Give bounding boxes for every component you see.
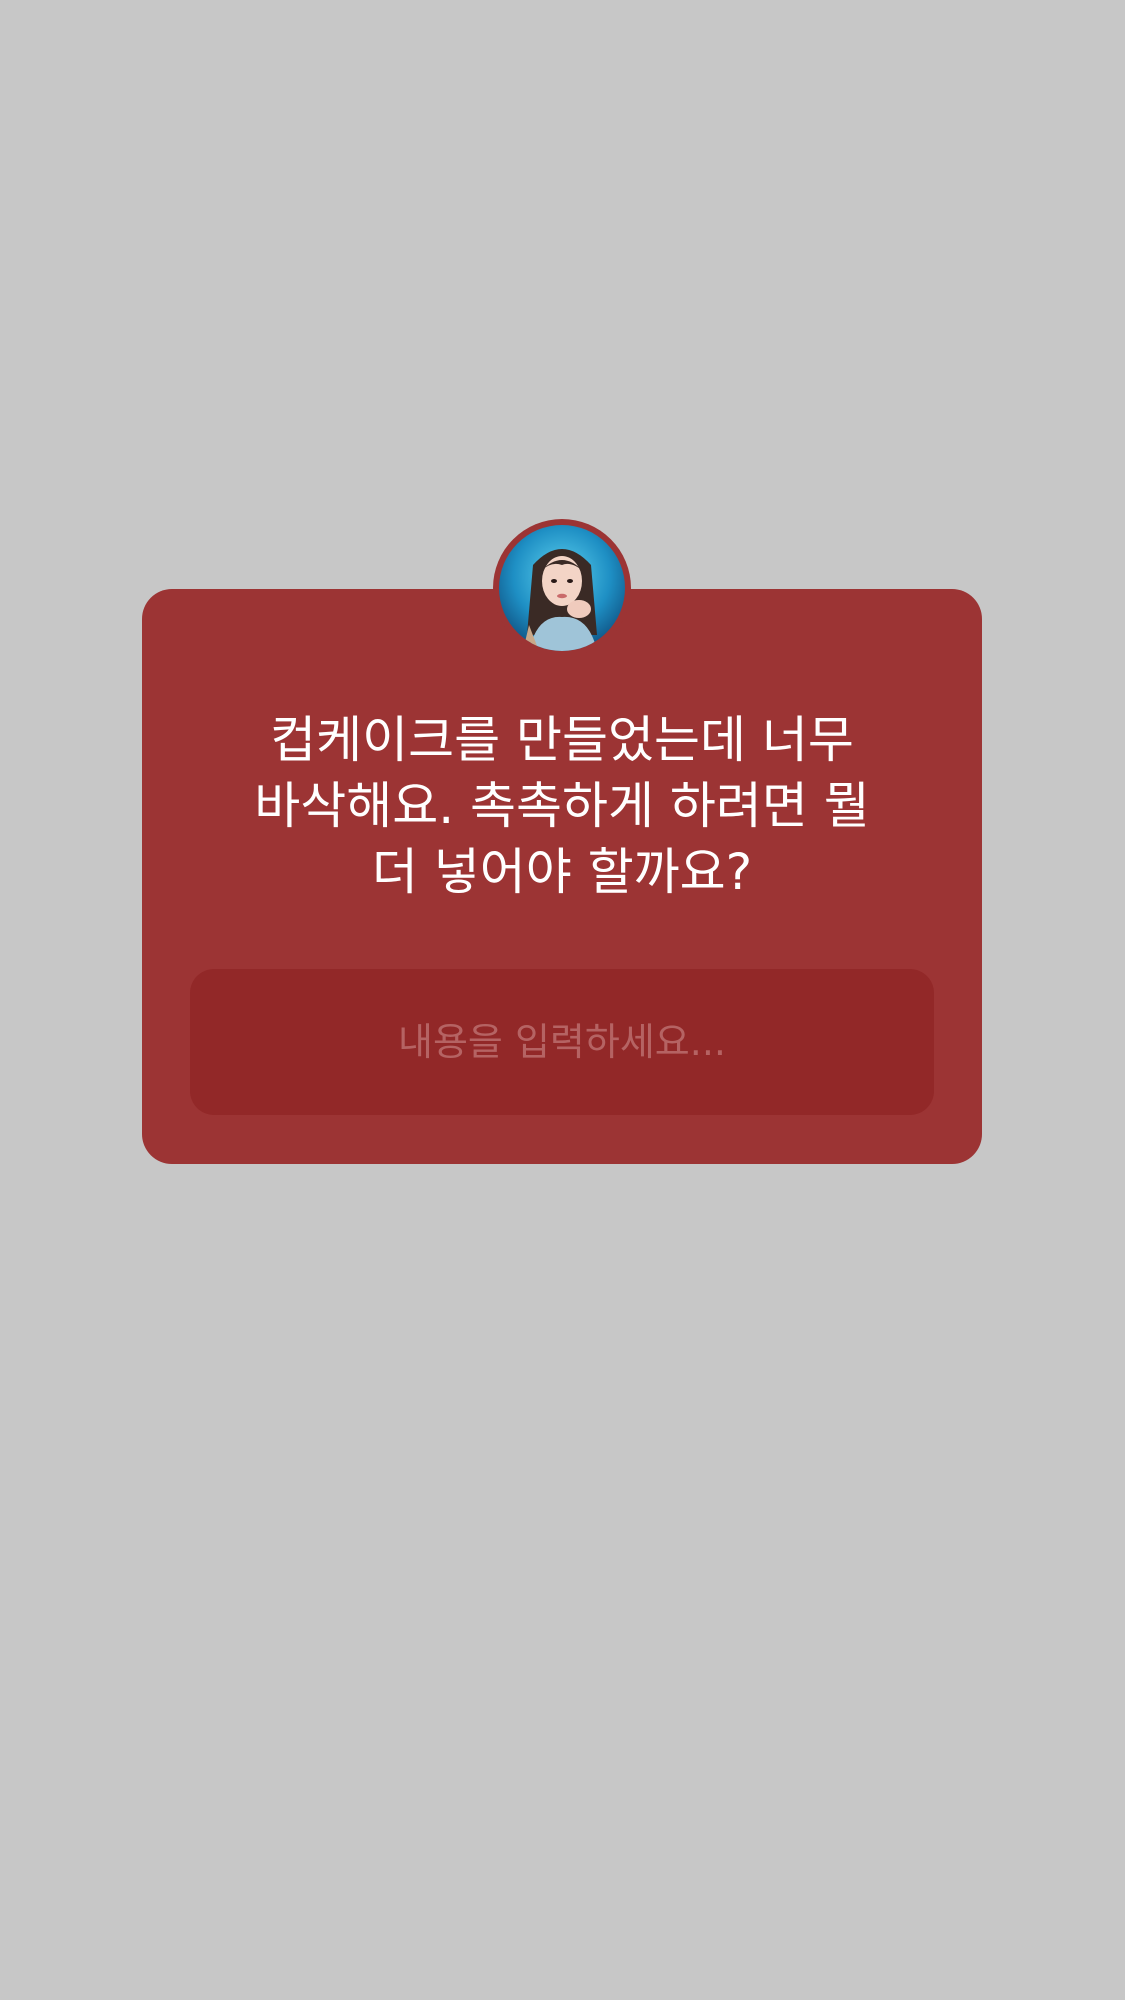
question-line-2: 바삭해요. 촉촉하게 하려면 뭘 (254, 777, 870, 835)
question-line-1: 컵케이크를 만들었는데 너무 (270, 711, 854, 769)
story-screen: 컵케이크를 만들었는데 너무바삭해요. 촉촉하게 하려면 뭘더 넣어야 할까요? (0, 0, 1125, 2000)
avatar (493, 519, 631, 657)
profile-photo-icon (499, 525, 625, 651)
answer-input[interactable] (190, 969, 934, 1115)
question-line-3: 더 넣어야 할까요? (371, 843, 753, 901)
question-sticker-card: 컵케이크를 만들었는데 너무바삭해요. 촉촉하게 하려면 뭘더 넣어야 할까요? (142, 589, 982, 1164)
question-text: 컵케이크를 만들었는데 너무바삭해요. 촉촉하게 하려면 뭘더 넣어야 할까요? (182, 707, 942, 905)
